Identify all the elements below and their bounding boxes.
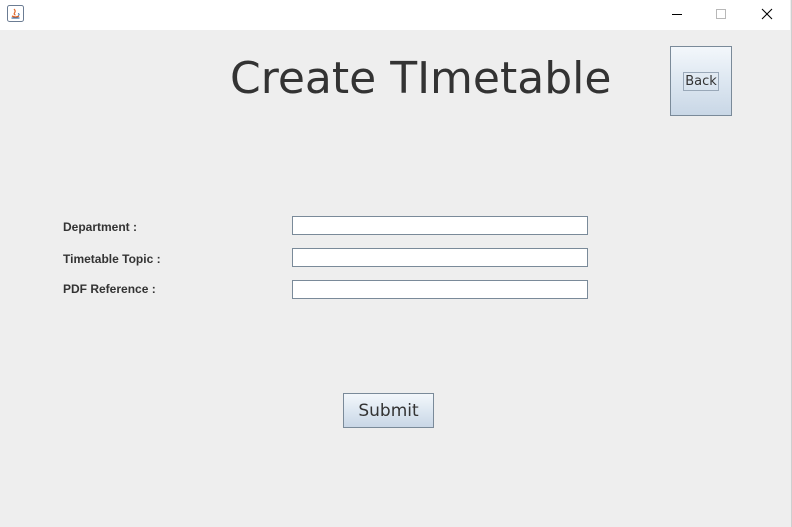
submit-button[interactable]: Submit [343, 393, 434, 428]
app-window: Create TImetable Back Department : Timet… [0, 0, 792, 527]
pdf-reference-label: PDF Reference : [63, 282, 156, 296]
back-button-label: Back [683, 71, 719, 91]
title-bar [0, 0, 790, 30]
page-title: Create TImetable [230, 53, 612, 104]
department-label: Department : [63, 220, 138, 234]
close-icon [761, 8, 773, 20]
maximize-button[interactable] [699, 0, 743, 28]
timetable-topic-input[interactable] [292, 248, 588, 267]
content-panel: Create TImetable Back Department : Timet… [0, 30, 790, 527]
java-app-icon [7, 5, 24, 22]
close-button[interactable] [745, 0, 789, 28]
maximize-icon [716, 9, 726, 19]
department-input[interactable] [292, 216, 588, 235]
timetable-topic-label: Timetable Topic : [63, 252, 161, 266]
back-button[interactable]: Back [670, 46, 732, 116]
minimize-icon [672, 14, 682, 15]
minimize-button[interactable] [655, 0, 699, 28]
pdf-reference-input[interactable] [292, 280, 588, 299]
